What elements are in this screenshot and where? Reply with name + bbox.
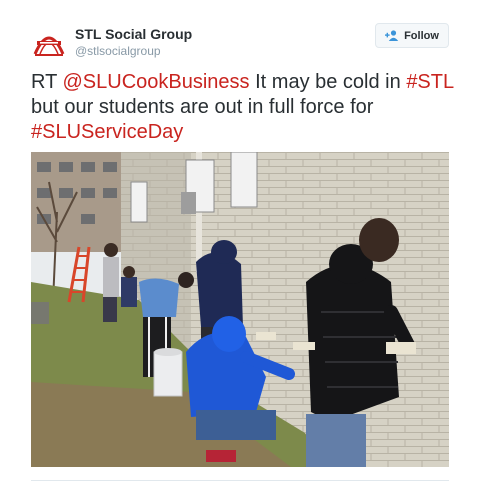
- students-painting-brick-wall-photo: [31, 152, 449, 467]
- hashtag-sluserviceday-link[interactable]: #SLUServiceDay: [31, 121, 183, 143]
- tweet-photo[interactable]: [31, 152, 449, 467]
- stl-social-group-logo-icon: [33, 36, 65, 56]
- mention-link[interactable]: @SLUCookBusiness: [63, 71, 250, 93]
- follow-label: Follow: [404, 29, 439, 42]
- tweet-text-part2: but our students are out in full force f…: [31, 96, 374, 118]
- divider: [31, 480, 449, 481]
- account-handle[interactable]: @stlsocialgroup: [75, 44, 161, 58]
- hashtag-stl-link[interactable]: #STL: [406, 71, 453, 93]
- tweet-text: RT @SLUCookBusiness It may be cold in #S…: [31, 70, 456, 145]
- account-name[interactable]: STL Social Group: [75, 26, 192, 42]
- tweet-card: STL Social Group @stlsocialgroup Follow …: [0, 0, 480, 485]
- tweet-text-part1: It may be cold in: [249, 71, 407, 93]
- add-user-icon: [385, 30, 399, 41]
- avatar[interactable]: [31, 24, 67, 60]
- follow-button[interactable]: Follow: [375, 23, 449, 48]
- tweet-prefix: RT: [31, 71, 63, 93]
